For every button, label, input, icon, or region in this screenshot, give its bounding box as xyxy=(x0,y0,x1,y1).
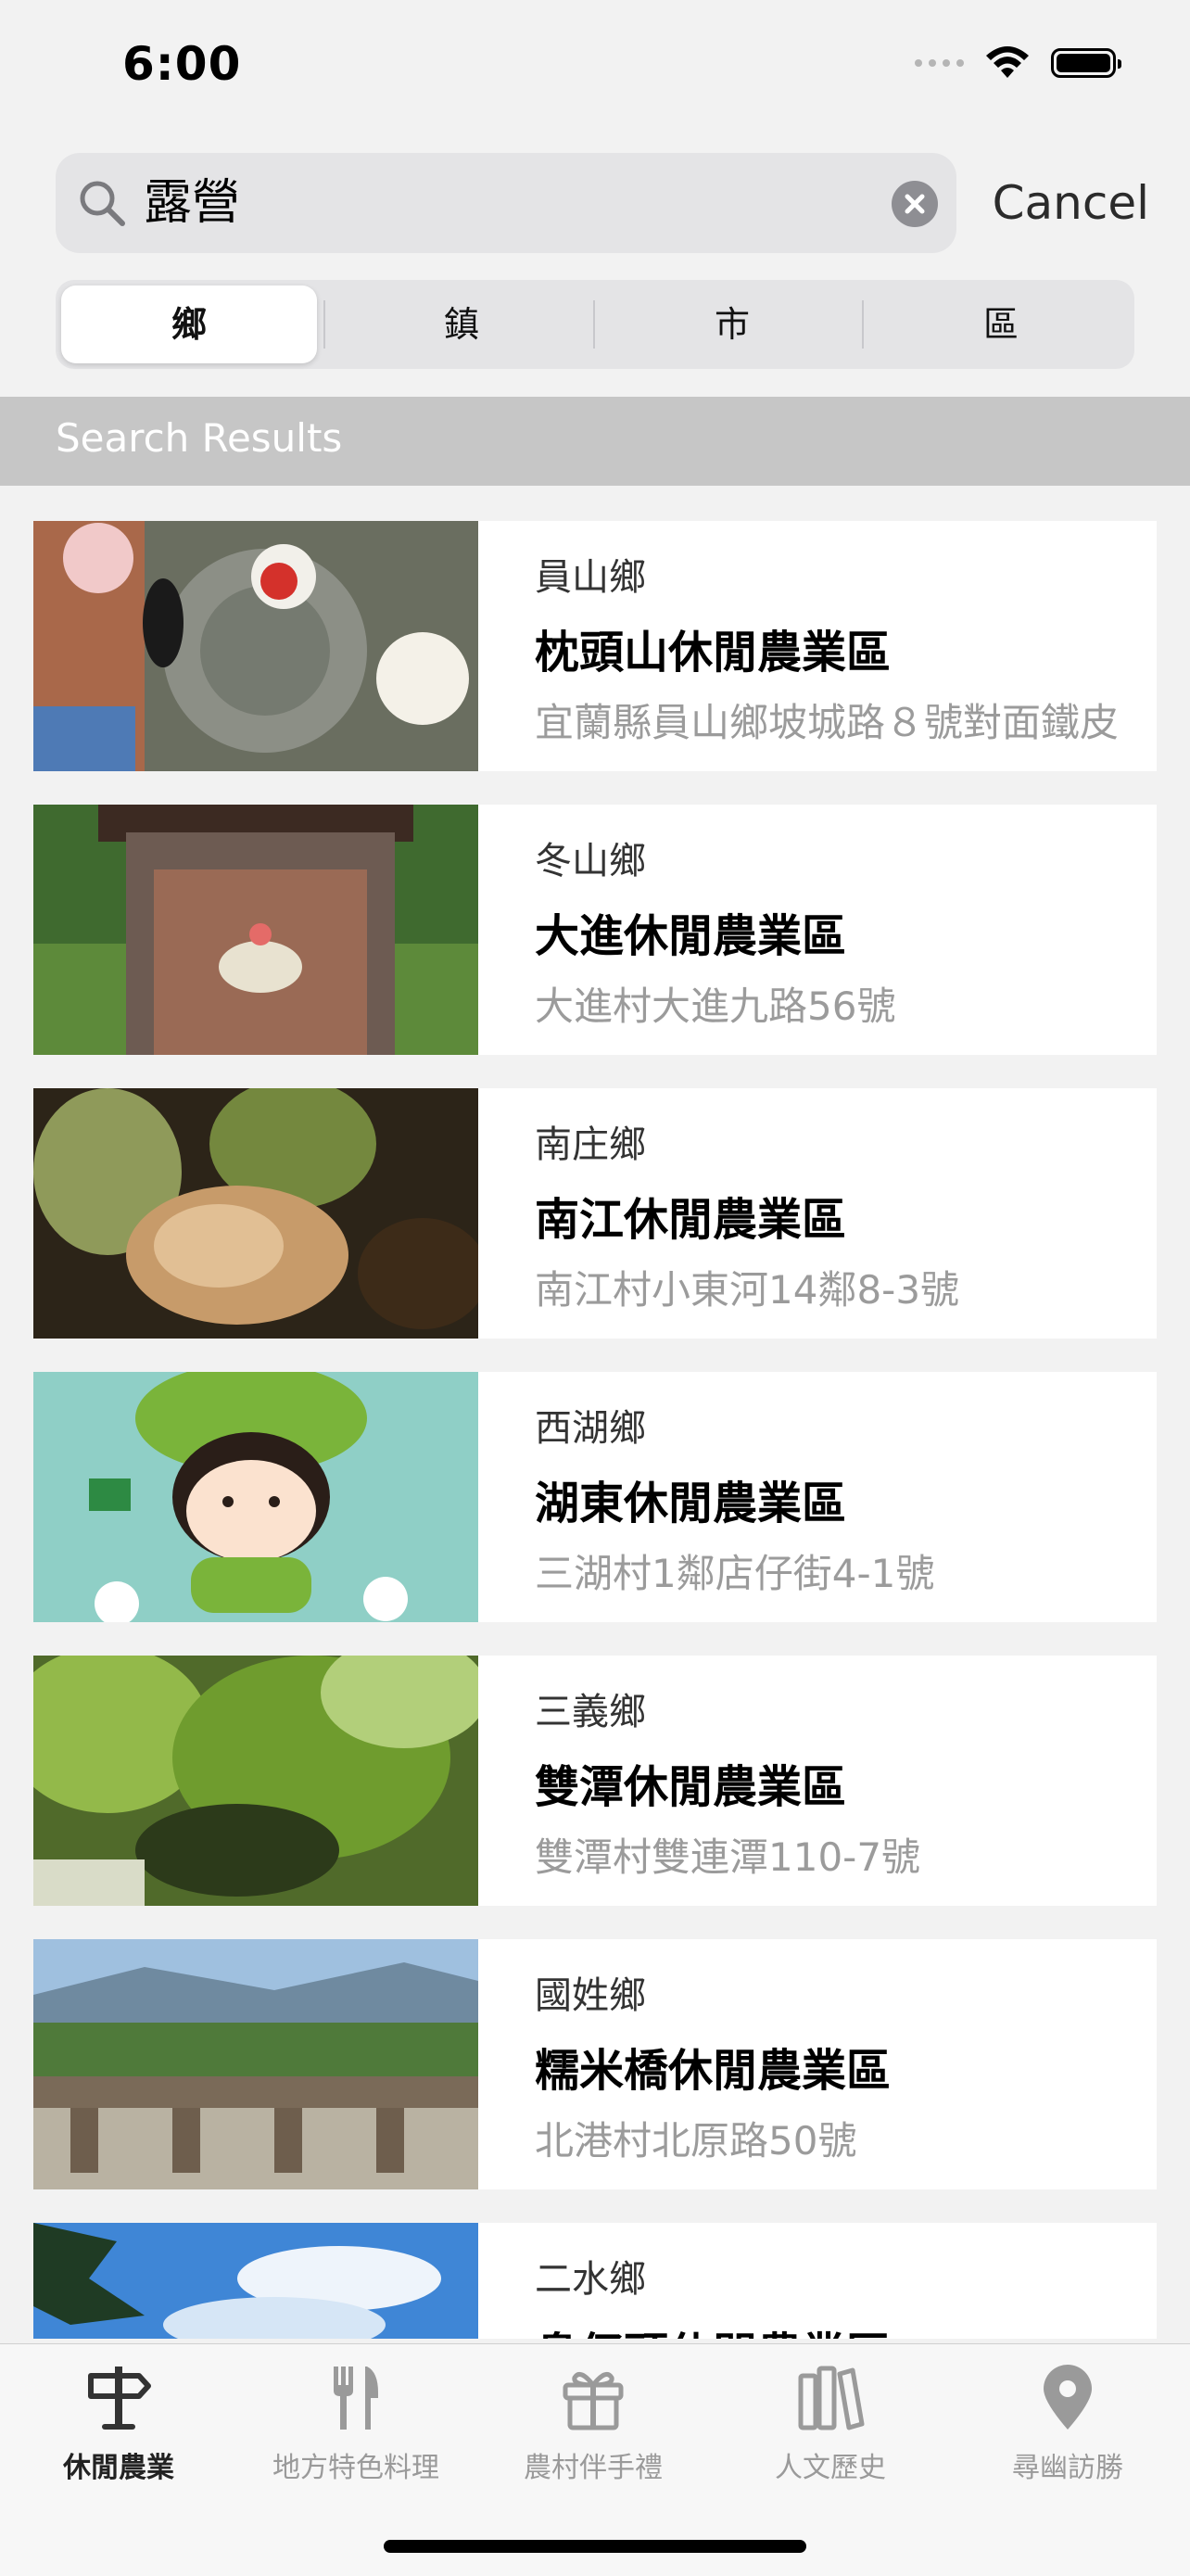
result-thumbnail xyxy=(33,1088,478,1339)
tab-scenic-spots[interactable]: 尋幽訪勝 xyxy=(949,2344,1186,2493)
tab-humanities-history[interactable]: 人文歷史 xyxy=(712,2344,949,2493)
result-thumbnail xyxy=(33,2223,478,2339)
result-card[interactable]: 冬山鄉 大進休閒農業區 大進村大進九路56號 xyxy=(33,805,1157,1055)
map-pin-icon xyxy=(1044,2365,1092,2430)
tab-leisure-farming[interactable]: 休閒農業 xyxy=(0,2344,237,2493)
status-bar: 6:00 xyxy=(0,0,1190,139)
battery-icon xyxy=(1051,48,1121,78)
result-card[interactable]: 南庄鄉 南江休閒農業區 南江村小東河14鄰8-3號 xyxy=(33,1088,1157,1339)
result-town: 三義鄉 xyxy=(535,1691,646,1733)
result-thumbnail xyxy=(33,1656,478,1906)
segment-divider xyxy=(862,300,864,349)
result-address: 雙潭村雙連潭110-7號 xyxy=(535,1834,921,1880)
search-input[interactable]: 露營 xyxy=(144,171,240,235)
result-town: 冬山鄉 xyxy=(535,840,646,882)
result-address: 宜蘭縣員山鄉坡城路８號對面鐵皮 xyxy=(535,700,1120,745)
tab-label: 休閒農業 xyxy=(63,2452,174,2484)
segment-divider xyxy=(593,300,595,349)
results-list[interactable]: 員山鄉 枕頭山休閒農業區 宜蘭縣員山鄉坡城路８號對面鐵皮 冬山鄉 大進休閒農業區… xyxy=(0,486,1190,2339)
close-icon xyxy=(905,194,925,214)
result-title: 枕頭山休閒農業區 xyxy=(535,627,892,679)
search-icon xyxy=(80,181,125,226)
result-card[interactable]: 二水鄉 鼻仔頭休閒農業區 xyxy=(33,2223,1157,2339)
search-field[interactable]: 露營 xyxy=(56,153,956,253)
status-icons xyxy=(915,46,1121,80)
result-town: 南庄鄉 xyxy=(535,1123,646,1166)
area-type-segmented-control: 鄉 鎮 市 區 xyxy=(56,280,1134,369)
result-address: 南江村小東河14鄰8-3號 xyxy=(535,1267,960,1313)
clear-search-button[interactable] xyxy=(892,181,938,227)
result-card[interactable]: 員山鄉 枕頭山休閒農業區 宜蘭縣員山鄉坡城路８號對面鐵皮 xyxy=(33,521,1157,771)
tab-local-cuisine[interactable]: 地方特色料理 xyxy=(237,2344,475,2493)
result-address: 三湖村1鄰店仔街4-1號 xyxy=(535,1551,935,1596)
search-row: 露營 Cancel xyxy=(56,153,1149,253)
result-address: 大進村大進九路56號 xyxy=(535,983,896,1029)
segment-shi[interactable]: 市 xyxy=(604,286,860,363)
gift-icon xyxy=(563,2371,624,2430)
result-title: 鼻仔頭休閒農業區 xyxy=(535,2317,891,2339)
result-thumbnail xyxy=(33,521,478,771)
tab-label: 農村伴手禮 xyxy=(524,2452,663,2484)
segment-qu[interactable]: 區 xyxy=(873,286,1129,363)
segment-divider xyxy=(323,300,325,349)
segment-zhen[interactable]: 鎮 xyxy=(334,286,589,363)
cancel-button[interactable]: Cancel xyxy=(993,171,1149,235)
fork-knife-icon xyxy=(334,2367,378,2430)
tab-label: 人文歷史 xyxy=(775,2452,886,2484)
result-address: 北港村北原路50號 xyxy=(535,2118,857,2164)
result-title: 湖東休閒農業區 xyxy=(535,1478,847,1529)
signpost-icon xyxy=(88,2367,151,2430)
cellular-signal-icon xyxy=(915,59,964,67)
result-town: 國姓鄉 xyxy=(535,1974,646,2017)
books-icon xyxy=(798,2366,865,2430)
home-indicator xyxy=(384,2540,806,2553)
result-thumbnail xyxy=(33,805,478,1055)
result-title: 南江休閒農業區 xyxy=(535,1194,847,1246)
result-card[interactable]: 西湖鄉 湖東休閒農業區 三湖村1鄰店仔街4-1號 xyxy=(33,1372,1157,1622)
result-town: 員山鄉 xyxy=(535,556,646,599)
result-title: 大進休閒農業區 xyxy=(535,910,847,962)
segment-xiang[interactable]: 鄉 xyxy=(61,286,317,363)
result-title: 糯米橋休閒農業區 xyxy=(535,2045,892,2097)
result-card[interactable]: 三義鄉 雙潭休閒農業區 雙潭村雙連潭110-7號 xyxy=(33,1656,1157,1906)
tab-label: 地方特色料理 xyxy=(272,2452,439,2484)
result-title: 雙潭休閒農業區 xyxy=(535,1761,847,1813)
result-town: 西湖鄉 xyxy=(535,1407,646,1450)
tab-rural-gifts[interactable]: 農村伴手禮 xyxy=(475,2344,712,2493)
result-thumbnail xyxy=(33,1939,478,2189)
tab-label: 尋幽訪勝 xyxy=(1012,2452,1123,2484)
result-card[interactable]: 國姓鄉 糯米橋休閒農業區 北港村北原路50號 xyxy=(33,1939,1157,2189)
status-time: 6:00 xyxy=(122,37,242,91)
wifi-icon xyxy=(986,46,1029,78)
search-results-header: Search Results xyxy=(0,397,1190,486)
result-thumbnail xyxy=(33,1372,478,1622)
result-town: 二水鄉 xyxy=(535,2258,646,2301)
search-results-title: Search Results xyxy=(56,415,343,461)
